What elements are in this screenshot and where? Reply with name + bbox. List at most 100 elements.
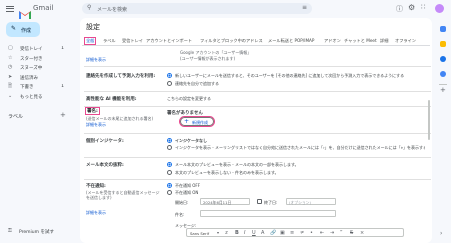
app-name: Gmail xyxy=(33,4,54,12)
tab-general[interactable]: 全般 xyxy=(83,37,97,45)
keep-icon[interactable] xyxy=(440,41,446,47)
clock-icon: ◷ xyxy=(8,64,13,70)
vacation-label: 不在通知: xyxy=(86,184,106,189)
align-icon[interactable]: ≡ xyxy=(290,230,294,236)
font-select[interactable]: Sans Serif xyxy=(190,231,209,236)
vacation-link[interactable]: 詳細を表示 xyxy=(86,210,106,216)
gmail-logo[interactable]: Gmail xyxy=(19,4,59,19)
search-options-icon[interactable]: ≡ xyxy=(302,4,307,11)
start-date-value: 2024年6月11日 xyxy=(203,200,232,205)
send-icon: ➤ xyxy=(8,74,13,80)
bulleted-list-icon[interactable]: • xyxy=(310,230,313,236)
italic-icon[interactable]: I xyxy=(244,230,245,236)
premium-promo[interactable]: ⚿ Premium を試す xyxy=(6,228,71,236)
plus-icon: + xyxy=(184,118,190,125)
snippet-show-radio[interactable] xyxy=(167,162,172,167)
row-divider xyxy=(84,66,431,67)
sidebar-item-more[interactable]: ⌄ もっと見る xyxy=(0,92,68,100)
start-date-field[interactable]: 2024年6月11日 xyxy=(200,198,250,205)
tab-chat-meet[interactable]: チャットと Meet xyxy=(344,38,377,44)
contacts-manual-text: 連絡先を自分で追加する xyxy=(175,81,219,86)
underline-icon[interactable]: U xyxy=(252,230,256,236)
link-icon[interactable]: 🔗 xyxy=(270,230,276,236)
tab-offline[interactable]: オフライン xyxy=(395,38,416,44)
contacts-icon[interactable] xyxy=(440,71,446,77)
gear-icon[interactable]: ⚙ xyxy=(408,3,415,12)
calendar-icon[interactable] xyxy=(440,26,446,32)
snippet-label: メール本文の抜粋: xyxy=(86,163,124,168)
snippet-show-text: メール本文のプレビューを表示 - メールの本文の一部を表示します。 xyxy=(175,162,299,167)
create-signature-label: 新規作成 xyxy=(192,120,208,125)
indicator-label: 個別インジケータ: xyxy=(86,139,124,144)
indicator-show-radio[interactable] xyxy=(167,145,172,150)
formatting-toolbar: Sans Serif ▾ 𝕫 B I U A 🔗 ▣ ≡ ≠ • ⇤ ⇥ ” S… xyxy=(186,228,404,237)
avatar[interactable] xyxy=(435,4,444,13)
apps-icon[interactable]: ∷ xyxy=(421,3,425,11)
end-date-field[interactable]: (オプション) xyxy=(286,198,336,205)
chevron-right-icon[interactable]: › xyxy=(440,230,442,237)
tab-labels[interactable]: ラベル xyxy=(103,38,116,44)
sidebar-item-sent[interactable]: ➤ 送信済み xyxy=(0,73,68,81)
contacts-manual-radio[interactable] xyxy=(167,81,172,86)
compose-button[interactable]: ✎ 作成 xyxy=(6,22,40,37)
ai-text[interactable]: こちらの設定を変更する xyxy=(167,96,211,102)
quote-icon[interactable]: ” xyxy=(340,230,343,236)
numbered-list-icon[interactable]: ≠ xyxy=(300,230,304,236)
add-label-icon[interactable]: + xyxy=(60,111,66,119)
sidebar-item-label: もっと見る xyxy=(20,94,43,100)
subject-field[interactable] xyxy=(200,210,336,217)
tab-filters[interactable]: フィルタとブロック中のアドレス xyxy=(200,38,263,44)
sidebar-item-label: 送信済み xyxy=(20,75,38,81)
ai-label: 高性能な AI 機能を利用: xyxy=(86,97,137,102)
labels-heading: ラベル xyxy=(8,114,24,120)
clear-format-icon[interactable]: ⨯ xyxy=(360,230,364,236)
vacation-off-radio[interactable] xyxy=(167,183,172,188)
indent-more-icon[interactable]: ⇥ xyxy=(330,230,334,236)
top-row-link[interactable]: 詳細を表示 xyxy=(86,57,106,63)
tasks-icon[interactable] xyxy=(440,56,446,62)
end-date-checkbox[interactable] xyxy=(257,199,262,204)
tab-addons[interactable]: アドオン xyxy=(324,38,341,44)
scrollbar[interactable] xyxy=(428,100,430,140)
font-size-icon[interactable]: 𝕫 xyxy=(225,230,228,236)
bold-icon[interactable]: B xyxy=(235,230,239,236)
subject-label: 件名: xyxy=(175,212,185,217)
strikethrough-icon[interactable]: S xyxy=(350,230,353,236)
row-divider xyxy=(84,179,431,180)
snippet-hide-radio[interactable] xyxy=(167,170,172,175)
sidebar-item-drafts[interactable]: 🗎 下書き 1 xyxy=(0,82,68,90)
row-divider xyxy=(84,133,431,134)
vacation-on-radio[interactable] xyxy=(167,190,172,195)
create-signature-button[interactable]: + 新規作成 xyxy=(179,116,215,127)
sidebar-item-count: 1 xyxy=(61,83,64,89)
tab-inbox[interactable]: 受信トレイ xyxy=(122,38,143,44)
inbox-icon: ▢ xyxy=(8,45,13,51)
vacation-off-text: 不在通知 OFF xyxy=(175,183,201,188)
indicator-none-radio[interactable] xyxy=(167,138,172,143)
sidebar-item-snoozed[interactable]: ◷ スヌーズ中 xyxy=(0,63,68,71)
search-icon[interactable]: ⚲ xyxy=(87,4,91,11)
add-addon-icon[interactable]: + xyxy=(440,86,446,94)
signature-empty-text: 署名がありません xyxy=(167,111,203,116)
start-date-label: 開始日: xyxy=(175,200,189,205)
tab-forwarding[interactable]: メール転送と POP/IMAP xyxy=(268,38,314,44)
image-icon[interactable]: ▣ xyxy=(280,230,285,236)
sidebar-item-starred[interactable]: ☆ スター付き xyxy=(0,54,68,62)
signature-link[interactable]: 詳細を表示 xyxy=(86,122,106,128)
top-row-text-2: (ユーザー情報が表示されます) xyxy=(180,56,236,61)
search-bar[interactable]: ⚲ メールを検索 ≡ xyxy=(82,3,312,14)
text-color-icon[interactable]: A xyxy=(261,230,264,236)
indicator-none-text: インジケータなし xyxy=(175,138,207,143)
tab-accounts[interactable]: アカウントとインポート xyxy=(146,38,192,44)
sidebar-item-label: スター付き xyxy=(20,56,43,62)
draft-icon: 🗎 xyxy=(8,83,13,89)
sidebar-item-label: 受信トレイ xyxy=(20,46,43,52)
search-input[interactable]: メールを検索 xyxy=(97,6,127,13)
contacts-label: 連絡先を作成して予測入力を利用: xyxy=(86,74,156,79)
help-icon[interactable]: ⓘ xyxy=(396,4,403,14)
sidebar-item-inbox[interactable]: ▢ 受信トレイ 1 xyxy=(0,44,68,52)
main-menu-icon[interactable] xyxy=(6,5,14,12)
indent-less-icon[interactable]: ⇤ xyxy=(320,230,324,236)
tab-advanced[interactable]: 詳細 xyxy=(380,38,388,44)
contacts-auto-radio[interactable] xyxy=(167,73,172,78)
